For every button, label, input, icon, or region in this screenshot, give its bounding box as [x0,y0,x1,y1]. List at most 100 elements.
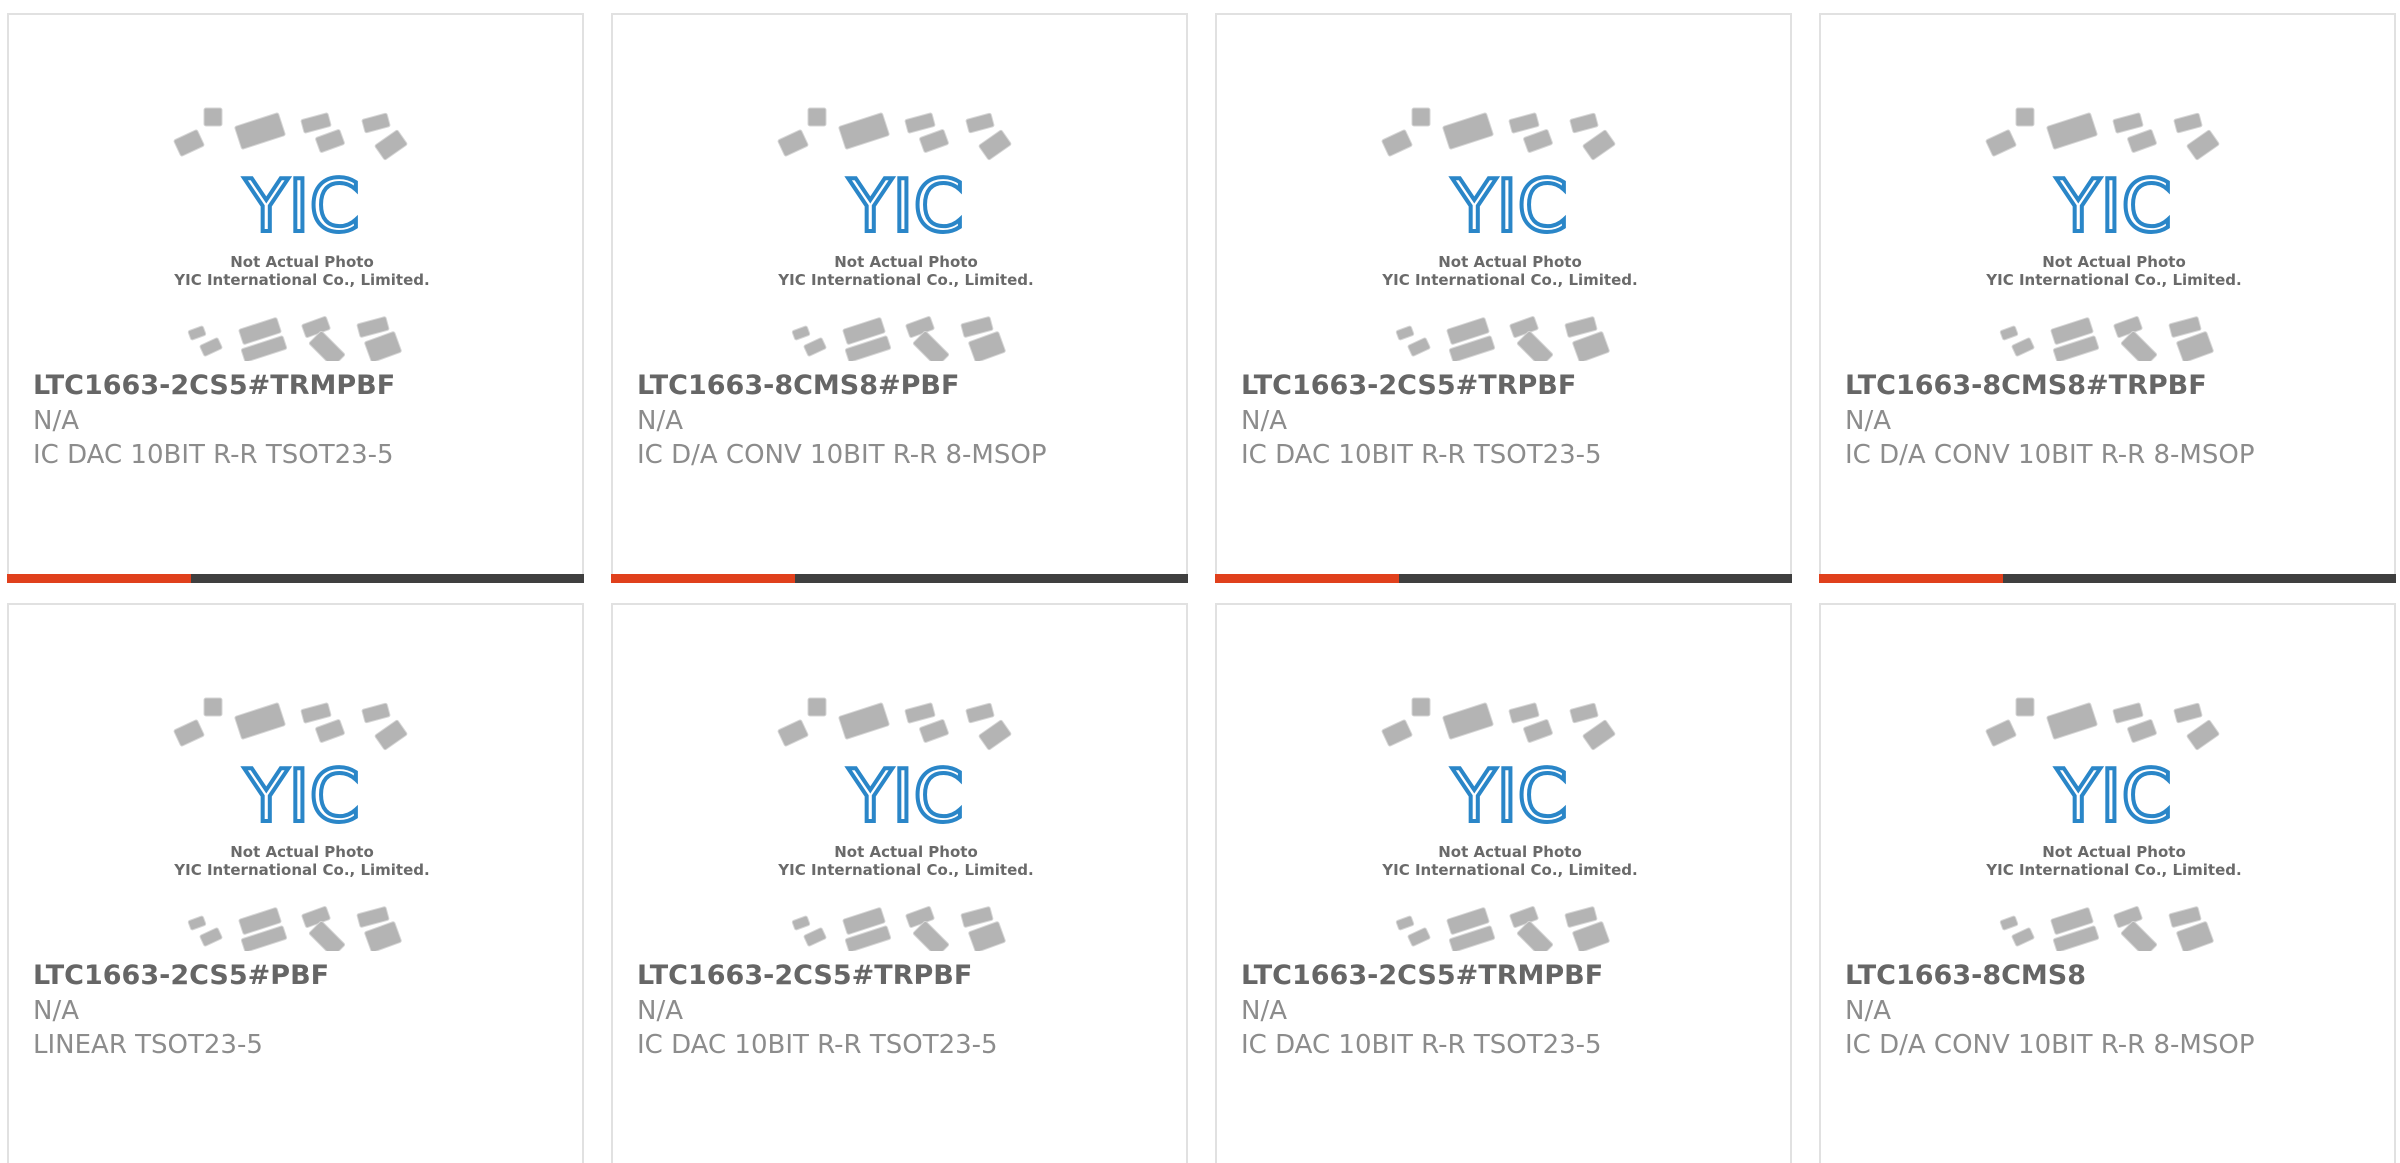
chip-icon [777,129,809,157]
part-number-link[interactable]: LTC1663-8CMS8#TRPBF [1845,369,2207,403]
chip-icon [1999,915,2019,931]
chip-icon [361,112,391,134]
yic-logo-icon: YIC [243,754,360,838]
not-actual-photo-text: Not Actual Photo [2042,253,2186,271]
product-card[interactable]: YIC Not Actual Photo YIC International Co.… [1819,603,2396,1163]
chip-icon [173,719,205,747]
chip-icon [2046,702,2098,740]
placeholder-graphic: YIC Not Actual PhotoYIC International Co.… [1381,697,1638,951]
product-card[interactable]: YIC Not Actual Photo YIC International Co.… [7,603,584,1163]
product-placeholder-image[interactable]: YIC Not Actual Photo YIC International Co.… [1979,691,2249,951]
chip-icon [2113,316,2143,338]
chip-icon [1381,719,1413,747]
chip-icon [838,112,890,150]
chip-icon [1407,927,1431,947]
company-name-text: YIC International Co., Limited. [777,271,1033,289]
chip-icon [364,921,402,951]
chip-icon [978,129,1012,161]
part-number-link[interactable]: LTC1663-2CS5#TRMPBF [1241,959,1603,993]
chip-icon [803,927,827,947]
yic-logo-icon: YIC [2055,754,2172,838]
chip-icon [2015,697,2035,717]
description-label: IC DAC 10BIT R-R TSOT23-5 [637,1030,998,1060]
chip-icon [791,325,811,341]
card-bottom-bar-accent [1819,574,2003,583]
manufacturer-label: N/A [637,996,683,1026]
product-placeholder-image[interactable]: YIC Not Actual Photo YIC International Co.… [1375,691,1645,951]
chip-icon [1411,107,1431,127]
product-placeholder-image[interactable]: YIC Not Actual Photo YIC International Co.… [1375,101,1645,361]
chip-icon [904,112,936,134]
chip-icon [838,702,890,740]
chip-icon [2011,927,2035,947]
chip-icon [187,325,207,341]
chip-icon [1381,129,1413,157]
chip-icon [777,719,809,747]
product-card[interactable]: YIC Not Actual Photo YIC International Co.… [1819,13,2396,583]
chip-icon [2015,107,2035,127]
chip-icon [1508,702,1540,724]
chip-icon [300,702,332,724]
part-number-link[interactable]: LTC1663-2CS5#TRPBF [637,959,972,993]
description-label: IC DAC 10BIT R-R TSOT23-5 [33,440,394,470]
not-actual-photo-text: Not Actual Photo [834,843,978,861]
chip-icon [361,702,391,724]
chip-icon [1523,129,1553,153]
product-placeholder-image[interactable]: YIC Not Actual Photo YIC International Co.… [167,101,437,361]
company-name-text: YIC International Co., Limited. [1985,861,2241,879]
product-card[interactable]: YIC Not Actual Photo YIC International Co.… [611,603,1188,1163]
chip-icon [1572,331,1610,361]
chip-icon [803,337,827,357]
product-placeholder-image[interactable]: YIC Not Actual Photo YIC International Co.… [167,691,437,951]
product-card[interactable]: YIC Not Actual Photo YIC International Co.… [7,13,584,583]
part-number-link[interactable]: LTC1663-8CMS8#PBF [637,369,959,403]
chip-icon [2176,331,2214,361]
chip-icon [807,107,827,127]
part-number-link[interactable]: LTC1663-2CS5#TRMPBF [33,369,395,403]
card-bottom-bar [1819,574,2396,583]
not-actual-photo-text: Not Actual Photo [230,253,374,271]
chip-icon [2046,112,2098,150]
chip-icon [315,719,345,743]
card-bottom-bar-accent [611,574,795,583]
yic-logo-icon: YIC [1451,754,1568,838]
card-bottom-bar [7,574,584,583]
part-number-link[interactable]: LTC1663-2CS5#TRPBF [1241,369,1576,403]
chip-icon [978,719,1012,751]
chip-icon [1582,719,1616,751]
chip-icon [1509,906,1539,928]
chip-icon [315,129,345,153]
chip-icon [965,112,995,134]
chip-icon [1395,915,1415,931]
card-bottom-bar [611,574,1188,583]
chip-icon [2176,921,2214,951]
chip-icon [300,112,332,134]
product-card[interactable]: YIC Not Actual Photo YIC International Co.… [611,13,1188,583]
product-placeholder-image[interactable]: YIC Not Actual Photo YIC International Co.… [771,691,1041,951]
chip-icon [919,129,949,153]
chip-icon [2112,702,2144,724]
chip-icon [2112,112,2144,134]
placeholder-graphic: YIC Not Actual PhotoYIC International Co.… [173,697,430,951]
placeholder-graphic: YIC Not Actual PhotoYIC International Co.… [1985,107,2242,361]
description-label: IC D/A CONV 10BIT R-R 8-MSOP [1845,440,2255,470]
chip-icon [1508,112,1540,134]
product-placeholder-image[interactable]: YIC Not Actual Photo YIC International Co.… [771,101,1041,361]
chip-icon [203,697,223,717]
chip-icon [807,697,827,717]
company-name-text: YIC International Co., Limited. [1381,861,1637,879]
company-name-text: YIC International Co., Limited. [173,861,429,879]
chip-icon [1509,316,1539,338]
placeholder-graphic: YIC Not Actual PhotoYIC International Co.… [777,697,1034,951]
description-label: IC DAC 10BIT R-R TSOT23-5 [1241,1030,1602,1060]
company-name-text: YIC International Co., Limited. [1381,271,1637,289]
chip-icon [1985,129,2017,157]
part-number-link[interactable]: LTC1663-8CMS8 [1845,959,2086,993]
chip-icon [1569,702,1599,724]
product-card[interactable]: YIC Not Actual Photo YIC International Co.… [1215,13,1792,583]
chip-icon [904,702,936,724]
chip-icon [919,719,949,743]
product-card[interactable]: YIC Not Actual Photo YIC International Co.… [1215,603,1792,1163]
part-number-link[interactable]: LTC1663-2CS5#PBF [33,959,329,993]
product-placeholder-image[interactable]: YIC Not Actual Photo YIC International Co.… [1979,101,2249,361]
